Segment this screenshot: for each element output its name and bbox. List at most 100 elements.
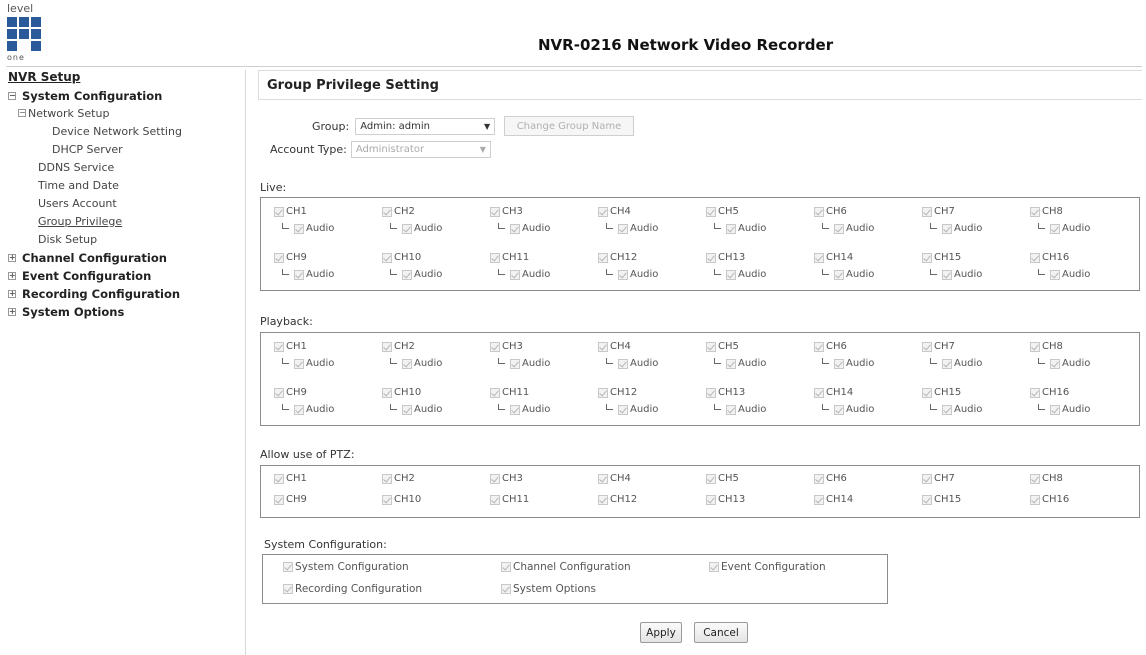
checkbox-icon[interactable] <box>274 494 284 505</box>
cancel-button[interactable]: Cancel <box>694 622 748 643</box>
checkbox-icon[interactable] <box>598 252 608 263</box>
playback-ch6-checkbox[interactable]: CH6 <box>814 341 847 352</box>
live-ch16-checkbox[interactable]: CH16 <box>1030 252 1069 263</box>
live-ch10-checkbox[interactable]: CH10 <box>382 252 421 263</box>
checkbox-icon[interactable] <box>1030 473 1040 484</box>
playback-ch12-checkbox[interactable]: CH12 <box>598 387 637 398</box>
live-ch5-audio-checkbox[interactable]: Audio <box>714 222 766 234</box>
playback-ch16-audio-checkbox[interactable]: Audio <box>1038 403 1090 415</box>
ptz-ch3-checkbox[interactable]: CH3 <box>490 473 523 484</box>
expand-icon[interactable]: + <box>8 253 16 262</box>
system-options-checkbox[interactable]: System Options <box>501 583 596 595</box>
playback-ch16-checkbox[interactable]: CH16 <box>1030 387 1069 398</box>
sidebar-item-system-options[interactable]: + System Options <box>8 303 244 321</box>
checkbox-icon[interactable] <box>1050 223 1060 234</box>
playback-ch11-checkbox[interactable]: CH11 <box>490 387 529 398</box>
checkbox-icon[interactable] <box>294 269 304 280</box>
checkbox-icon[interactable] <box>834 404 844 415</box>
ptz-ch11-checkbox[interactable]: CH11 <box>490 494 529 505</box>
playback-ch9-checkbox[interactable]: CH9 <box>274 387 307 398</box>
playback-ch1-checkbox[interactable]: CH1 <box>274 341 307 352</box>
checkbox-icon[interactable] <box>402 269 412 280</box>
checkbox-icon[interactable] <box>382 252 392 263</box>
live-ch4-audio-checkbox[interactable]: Audio <box>606 222 658 234</box>
ptz-ch15-checkbox[interactable]: CH15 <box>922 494 961 505</box>
system-configuration-checkbox[interactable]: System Configuration <box>283 561 409 573</box>
checkbox-icon[interactable] <box>942 223 952 234</box>
event-configuration-checkbox[interactable]: Event Configuration <box>709 561 826 573</box>
account-type-select[interactable]: Administrator ▼ <box>350 141 491 158</box>
ptz-ch7-checkbox[interactable]: CH7 <box>922 473 955 484</box>
checkbox-icon[interactable] <box>814 252 824 263</box>
checkbox-icon[interactable] <box>598 387 608 398</box>
checkbox-icon[interactable] <box>922 494 932 505</box>
checkbox-icon[interactable] <box>294 223 304 234</box>
checkbox-icon[interactable] <box>294 404 304 415</box>
checkbox-icon[interactable] <box>402 223 412 234</box>
channel-configuration-checkbox[interactable]: Channel Configuration <box>501 561 631 573</box>
playback-ch14-audio-checkbox[interactable]: Audio <box>822 403 874 415</box>
playback-ch5-audio-checkbox[interactable]: Audio <box>714 357 766 369</box>
live-ch11-audio-checkbox[interactable]: Audio <box>498 268 550 280</box>
checkbox-icon[interactable] <box>1050 404 1060 415</box>
checkbox-icon[interactable] <box>618 404 628 415</box>
live-ch12-checkbox[interactable]: CH12 <box>598 252 637 263</box>
checkbox-icon[interactable] <box>706 341 716 352</box>
sidebar-item-event-configuration[interactable]: + Event Configuration <box>8 267 244 285</box>
ptz-ch4-checkbox[interactable]: CH4 <box>598 473 631 484</box>
ptz-ch14-checkbox[interactable]: CH14 <box>814 494 853 505</box>
playback-ch4-audio-checkbox[interactable]: Audio <box>606 357 658 369</box>
checkbox-icon[interactable] <box>1050 358 1060 369</box>
sidebar-item-time-and-date[interactable]: Time and Date <box>8 177 244 195</box>
checkbox-icon[interactable] <box>598 206 608 217</box>
checkbox-icon[interactable] <box>706 494 716 505</box>
playback-ch11-audio-checkbox[interactable]: Audio <box>498 403 550 415</box>
checkbox-icon[interactable] <box>382 206 392 217</box>
live-ch16-audio-checkbox[interactable]: Audio <box>1038 268 1090 280</box>
checkbox-icon[interactable] <box>706 473 716 484</box>
checkbox-icon[interactable] <box>490 494 500 505</box>
checkbox-icon[interactable] <box>294 358 304 369</box>
sidebar-item-ddns-service[interactable]: DDNS Service <box>8 159 244 177</box>
playback-ch12-audio-checkbox[interactable]: Audio <box>606 403 658 415</box>
ptz-ch5-checkbox[interactable]: CH5 <box>706 473 739 484</box>
live-ch9-checkbox[interactable]: CH9 <box>274 252 307 263</box>
checkbox-icon[interactable] <box>706 252 716 263</box>
checkbox-icon[interactable] <box>510 223 520 234</box>
sidebar-item-disk-setup[interactable]: Disk Setup <box>8 231 244 249</box>
sidebar-item-device-network-setting[interactable]: Device Network Setting <box>8 123 244 141</box>
ptz-ch10-checkbox[interactable]: CH10 <box>382 494 421 505</box>
checkbox-icon[interactable] <box>490 387 500 398</box>
checkbox-icon[interactable] <box>922 252 932 263</box>
playback-ch15-audio-checkbox[interactable]: Audio <box>930 403 982 415</box>
checkbox-icon[interactable] <box>274 387 284 398</box>
live-ch15-checkbox[interactable]: CH15 <box>922 252 961 263</box>
playback-ch10-checkbox[interactable]: CH10 <box>382 387 421 398</box>
checkbox-icon[interactable] <box>501 584 511 594</box>
checkbox-icon[interactable] <box>814 341 824 352</box>
live-ch13-audio-checkbox[interactable]: Audio <box>714 268 766 280</box>
ptz-ch9-checkbox[interactable]: CH9 <box>274 494 307 505</box>
checkbox-icon[interactable] <box>709 562 719 572</box>
checkbox-icon[interactable] <box>490 473 500 484</box>
checkbox-icon[interactable] <box>814 387 824 398</box>
playback-ch15-checkbox[interactable]: CH15 <box>922 387 961 398</box>
checkbox-icon[interactable] <box>510 269 520 280</box>
checkbox-icon[interactable] <box>706 206 716 217</box>
group-select[interactable]: Admin: admin ▼ <box>355 118 496 135</box>
sidebar-item-users-account[interactable]: Users Account <box>8 195 244 213</box>
playback-ch13-checkbox[interactable]: CH13 <box>706 387 745 398</box>
playback-ch2-checkbox[interactable]: CH2 <box>382 341 415 352</box>
live-ch10-audio-checkbox[interactable]: Audio <box>390 268 442 280</box>
checkbox-icon[interactable] <box>922 473 932 484</box>
expand-icon[interactable]: + <box>8 289 16 298</box>
live-ch3-checkbox[interactable]: CH3 <box>490 206 523 217</box>
checkbox-icon[interactable] <box>274 341 284 352</box>
sidebar-item-network-setup[interactable]: − Network Setup <box>8 105 244 123</box>
sidebar-heading[interactable]: NVR Setup <box>8 70 244 84</box>
checkbox-icon[interactable] <box>274 473 284 484</box>
expand-icon[interactable]: + <box>8 271 16 280</box>
collapse-icon[interactable]: − <box>8 91 16 100</box>
sidebar-item-channel-configuration[interactable]: + Channel Configuration <box>8 249 244 267</box>
checkbox-icon[interactable] <box>510 404 520 415</box>
